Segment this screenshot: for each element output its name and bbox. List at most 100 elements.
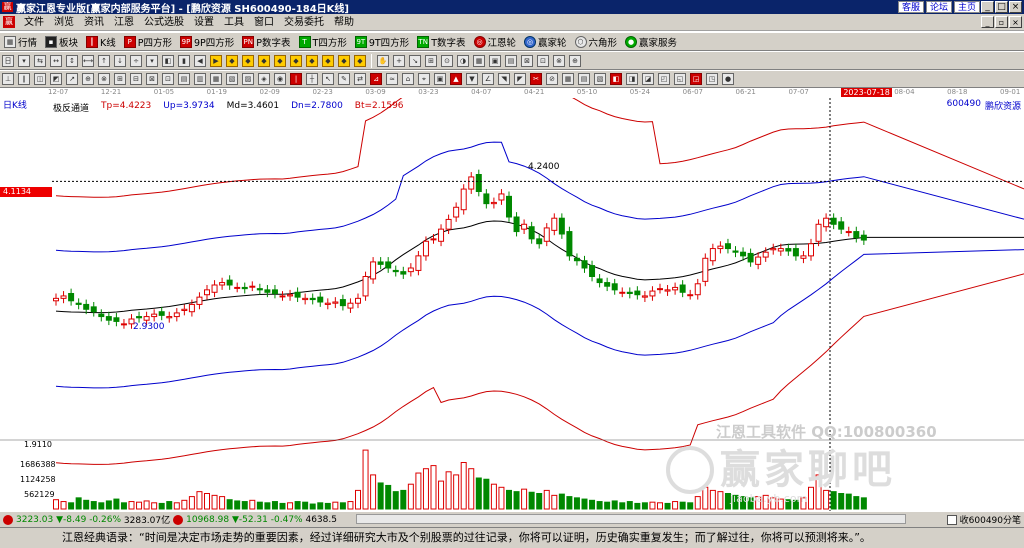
line-tool-icon[interactable]: ⌂ <box>402 73 414 85</box>
service-link[interactable]: 客服 <box>897 1 924 13</box>
quotes-button[interactable]: ▦ 行情 <box>0 34 41 50</box>
analysis-tool-icon[interactable]: ▦ <box>210 73 222 85</box>
line-tool-icon[interactable]: ≈ <box>386 73 398 85</box>
chart-tool-icon[interactable]: ▤ <box>505 54 517 67</box>
child-restore-icon[interactable]: ▫ <box>995 16 1008 28</box>
line-tool-icon[interactable]: ◳ <box>706 73 718 85</box>
analysis-tool-icon[interactable]: ▥ <box>194 73 206 85</box>
chart-scrollbar[interactable] <box>356 514 906 524</box>
drawing-tool-icon[interactable]: ▾ <box>146 54 158 67</box>
p-number-table-button[interactable]: PN P数字表 <box>238 34 294 50</box>
drawing-tool-icon[interactable]: ◀ <box>194 54 206 67</box>
line-tool-icon[interactable]: ✎ <box>338 73 350 85</box>
line-tool-icon[interactable]: ▲ <box>450 73 462 85</box>
chart-tool-icon[interactable]: ⊡ <box>537 54 549 67</box>
chart-tool-icon[interactable]: ▣ <box>489 54 501 67</box>
drawing-tool-icon[interactable]: ⟷ <box>82 54 94 67</box>
9t-square-button[interactable]: 9T 9T四方形 <box>351 34 413 50</box>
gann-wheel-button[interactable]: ◎ 江恩轮 <box>470 34 521 50</box>
analysis-tool-icon[interactable]: ◫ <box>34 73 46 85</box>
line-tool-icon[interactable]: ∠ <box>482 73 494 85</box>
line-tool-icon[interactable]: ▤ <box>578 73 590 85</box>
analysis-tool-icon[interactable]: ⊗ <box>98 73 110 85</box>
chart-tool-icon[interactable]: ◑ <box>457 54 469 67</box>
chart-tool-icon[interactable]: ↘ <box>409 54 421 67</box>
line-tool-icon[interactable]: ▼ <box>466 73 478 85</box>
line-tool-icon[interactable]: ▧ <box>594 73 606 85</box>
drawing-tool-icon[interactable]: ◧ <box>162 54 174 67</box>
menu-window[interactable]: 窗口 <box>249 14 279 31</box>
analysis-tool-icon[interactable]: ◈ <box>258 73 270 85</box>
line-tool-icon[interactable]: ⊘ <box>546 73 558 85</box>
drawing-tool-icon[interactable]: ↕ <box>66 54 78 67</box>
drawing-tool-icon[interactable]: ◆ <box>354 54 366 67</box>
analysis-tool-icon[interactable]: ◉ <box>274 73 286 85</box>
drawing-tool-icon[interactable]: ◆ <box>258 54 270 67</box>
menu-help[interactable]: 帮助 <box>329 14 359 31</box>
maximize-icon[interactable]: □ <box>995 1 1008 13</box>
line-tool-icon[interactable]: ◲ <box>690 73 702 85</box>
drawing-tool-icon[interactable]: ÷ <box>130 54 142 67</box>
line-tool-icon[interactable]: ◰ <box>658 73 670 85</box>
menu-formula[interactable]: 公式选股 <box>139 14 189 31</box>
analysis-tool-icon[interactable]: ⊡ <box>162 73 174 85</box>
drawing-tool-icon[interactable]: 日 <box>2 54 14 67</box>
menu-info[interactable]: 资讯 <box>79 14 109 31</box>
menu-file[interactable]: 文件 <box>19 14 49 31</box>
child-close-icon[interactable]: × <box>1009 16 1022 28</box>
line-tool-icon[interactable]: ↖ <box>322 73 334 85</box>
analysis-tool-icon[interactable]: ▨ <box>242 73 254 85</box>
winner-service-button[interactable]: ● 赢家服务 <box>621 34 681 50</box>
tick-toggle-icon[interactable] <box>946 514 957 525</box>
analysis-tool-icon[interactable]: ⊕ <box>82 73 94 85</box>
9p-square-button[interactable]: 9P 9P四方形 <box>176 34 238 50</box>
minimize-icon[interactable]: _ <box>981 1 994 13</box>
line-tool-icon[interactable]: ◥ <box>498 73 510 85</box>
hexagon-button[interactable]: ⬡ 六角形 <box>571 34 622 50</box>
sectors-button[interactable]: ▪ 板块 <box>41 34 82 50</box>
winner-wheel-button[interactable]: ◎ 赢家轮 <box>520 34 571 50</box>
drawing-tool-icon[interactable]: ◆ <box>338 54 350 67</box>
menu-trade[interactable]: 交易委托 <box>279 14 329 31</box>
menu-tools[interactable]: 工具 <box>219 14 249 31</box>
line-tool-icon[interactable]: ◪ <box>642 73 654 85</box>
drawing-tool-icon[interactable]: ◆ <box>322 54 334 67</box>
line-tool-icon[interactable]: ⇄ <box>354 73 366 85</box>
line-tool-icon[interactable]: | <box>290 73 302 85</box>
drawing-tool-icon[interactable]: ↔ <box>50 54 62 67</box>
chart-tool-icon[interactable]: ⊗ <box>553 54 565 67</box>
line-tool-icon[interactable]: ▣ <box>434 73 446 85</box>
close-icon[interactable]: × <box>1009 1 1022 13</box>
t-number-table-button[interactable]: TN T数字表 <box>413 34 469 50</box>
drawing-tool-icon[interactable]: ↓ <box>114 54 126 67</box>
drawing-tool-icon[interactable]: ◆ <box>226 54 238 67</box>
line-tool-icon[interactable]: ▦ <box>562 73 574 85</box>
analysis-tool-icon[interactable]: ∥ <box>18 73 30 85</box>
line-tool-icon[interactable]: ● <box>722 73 734 85</box>
chart-tool-icon[interactable]: ⊞ <box>425 54 437 67</box>
line-tool-icon[interactable]: ◤ <box>514 73 526 85</box>
menu-browse[interactable]: 浏览 <box>49 14 79 31</box>
menu-settings[interactable]: 设置 <box>189 14 219 31</box>
drawing-tool-icon[interactable]: ◆ <box>290 54 302 67</box>
t-square-button[interactable]: T T四方形 <box>295 34 351 50</box>
menu-gann[interactable]: 江恩 <box>109 14 139 31</box>
drawing-tool-icon[interactable]: ↑ <box>98 54 110 67</box>
chart-tool-icon[interactable]: ✋ <box>377 54 389 67</box>
line-tool-icon[interactable]: ⌖ <box>418 73 430 85</box>
drawing-tool-icon[interactable]: ◆ <box>242 54 254 67</box>
analysis-tool-icon[interactable]: ⊠ <box>146 73 158 85</box>
child-minimize-icon[interactable]: _ <box>981 16 994 28</box>
drawing-tool-icon[interactable]: ◆ <box>306 54 318 67</box>
analysis-tool-icon[interactable]: ⊥ <box>2 73 14 85</box>
line-tool-icon[interactable]: ✂ <box>530 73 542 85</box>
line-tool-icon[interactable]: ⊿ <box>370 73 382 85</box>
drawing-tool-icon[interactable]: ▶ <box>210 54 222 67</box>
line-tool-icon[interactable]: ┼ <box>306 73 318 85</box>
kline-button[interactable]: ┃ K线 <box>82 34 120 50</box>
analysis-tool-icon[interactable]: ↗ <box>66 73 78 85</box>
analysis-tool-icon[interactable]: ⊟ <box>130 73 142 85</box>
line-tool-icon[interactable]: ◧ <box>610 73 622 85</box>
chart-tool-icon[interactable]: + <box>393 54 405 67</box>
chart-tool-icon[interactable]: ▦ <box>473 54 485 67</box>
